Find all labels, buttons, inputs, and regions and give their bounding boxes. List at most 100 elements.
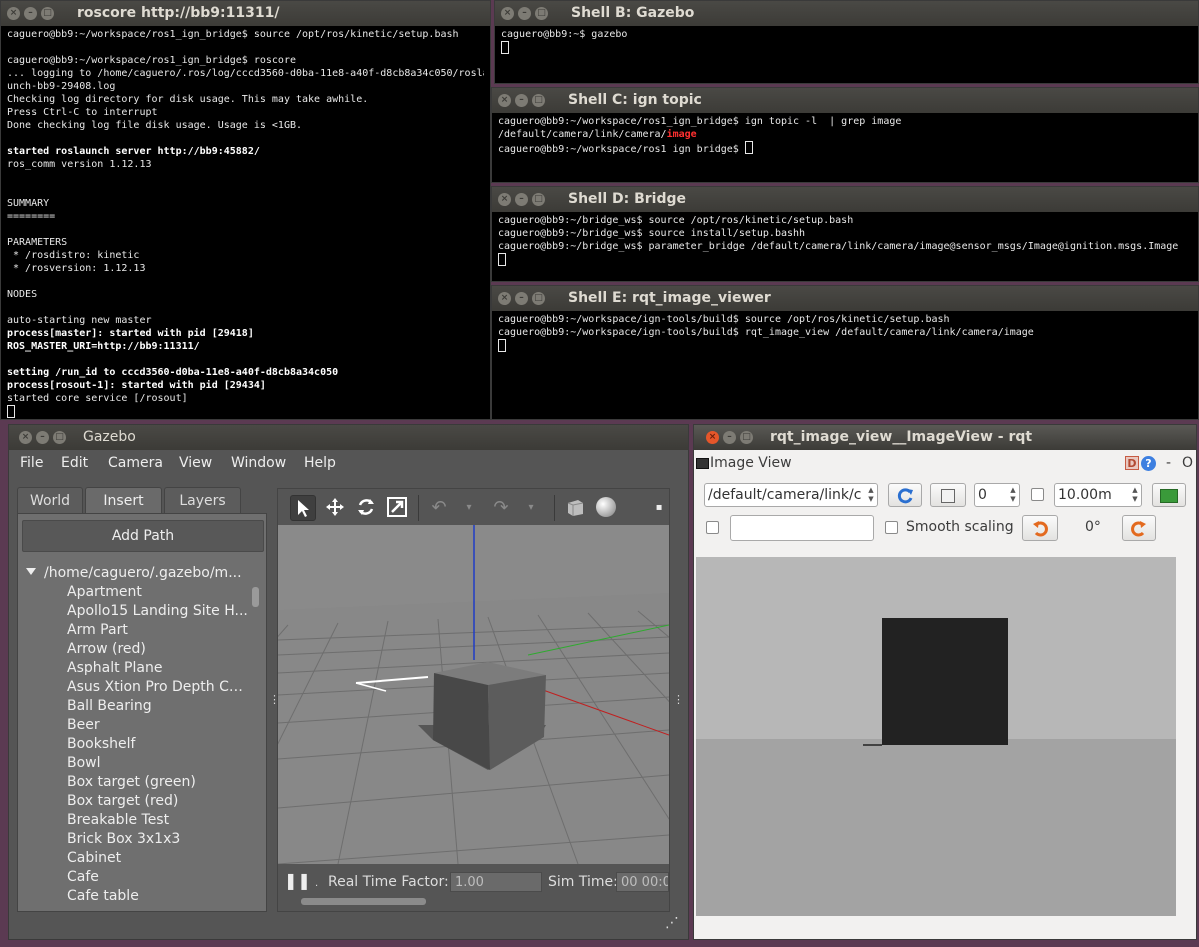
resize-grip-icon[interactable]: ⋰ bbox=[665, 915, 679, 931]
gazebo-window[interactable]: × – □ Gazebo File Edit Camera View Window … bbox=[8, 424, 689, 940]
smooth-scaling-checkbox[interactable] bbox=[885, 521, 898, 534]
terminal-output[interactable]: caguero@bb9:~/bridge_ws$ source /opt/ros… bbox=[492, 212, 1198, 281]
shell-e-title-bar[interactable]: × – □ Shell E: rqt_image_viewer bbox=[492, 286, 1198, 311]
terminal-output[interactable]: caguero@bb9:~/workspace/ros1_ign_bridge$… bbox=[1, 26, 490, 419]
model-list-item[interactable]: Brick Box 3x1x3 bbox=[67, 830, 249, 849]
model-list-item[interactable]: Apartment bbox=[67, 583, 249, 602]
select-mode-icon[interactable] bbox=[290, 495, 316, 521]
model-list-item[interactable]: Breakable Test bbox=[67, 811, 249, 830]
add-path-button[interactable]: Add Path bbox=[22, 520, 264, 552]
close-icon[interactable]: × bbox=[501, 7, 514, 20]
box-shape-icon[interactable] bbox=[562, 495, 588, 521]
model-list-item[interactable]: Bowl bbox=[67, 754, 249, 773]
scrollbar-thumb[interactable] bbox=[252, 587, 259, 607]
translate-mode-icon[interactable] bbox=[322, 495, 348, 521]
menu-camera[interactable]: Camera bbox=[108, 455, 163, 471]
sphere-shape-icon[interactable] bbox=[593, 495, 619, 521]
minimize-icon[interactable]: – bbox=[518, 7, 531, 20]
shell-b-window[interactable]: × – □ Shell B: Gazebo caguero@bb9:~$ gazeb… bbox=[494, 0, 1199, 84]
minimize-icon[interactable]: – bbox=[723, 431, 736, 444]
save-image-button[interactable] bbox=[930, 483, 966, 507]
shell-d-title-bar[interactable]: × – □ Shell D: Bridge bbox=[492, 187, 1198, 212]
spin-box[interactable]: 0 ▲ ▼ bbox=[974, 483, 1020, 507]
shell-c-title-bar[interactable]: × – □ Shell C: ign topic bbox=[492, 88, 1198, 113]
model-list-item[interactable]: Bookshelf bbox=[67, 735, 249, 754]
scale-mode-icon[interactable] bbox=[384, 495, 410, 521]
3d-viewport[interactable] bbox=[278, 525, 669, 864]
tab-layers[interactable]: Layers bbox=[164, 487, 241, 513]
enable-mouse-checkbox[interactable] bbox=[706, 521, 719, 534]
minimize-panel-button[interactable]: - bbox=[1166, 455, 1171, 471]
model-list-item[interactable]: Arm Part bbox=[67, 621, 249, 640]
model-list-item[interactable]: Box target (green) bbox=[67, 773, 249, 792]
menu-view[interactable]: View bbox=[179, 455, 212, 471]
toolbar-overflow-icon[interactable]: ▪ bbox=[646, 495, 669, 521]
maximize-icon[interactable]: □ bbox=[53, 431, 66, 444]
menu-window[interactable]: Window bbox=[231, 455, 286, 471]
maximize-icon[interactable]: □ bbox=[41, 7, 54, 20]
roscore-terminal-window[interactable]: × – □ roscore http://bb9:11311/ caguero@bb… bbox=[0, 0, 491, 420]
topic-select[interactable]: /default/camera/link/c ▲ ▼ bbox=[704, 483, 878, 507]
terminal-output[interactable]: caguero@bb9:~$ gazebo bbox=[495, 26, 1198, 83]
terminal-output[interactable]: caguero@bb9:~/workspace/ros1_ign_bridge$… bbox=[492, 113, 1198, 182]
model-list-item[interactable]: Arrow (red) bbox=[67, 640, 249, 659]
help-button[interactable]: ? bbox=[1141, 456, 1156, 471]
rotate-right-button[interactable] bbox=[1122, 515, 1156, 541]
model-list-item[interactable]: Apollo15 Landing Site H... bbox=[67, 602, 249, 621]
model-list-item[interactable]: Asus Xtion Pro Depth Ca... bbox=[67, 678, 249, 697]
model-list-item[interactable]: Cafe table bbox=[67, 887, 249, 906]
minimize-icon[interactable]: – bbox=[36, 431, 49, 444]
refresh-topics-button[interactable] bbox=[888, 483, 922, 507]
close-icon[interactable]: × bbox=[498, 94, 511, 107]
dock-toggle-button[interactable]: D bbox=[1125, 456, 1139, 470]
pause-icon[interactable]: ❚❚ bbox=[284, 868, 311, 894]
maximize-icon[interactable]: □ bbox=[532, 193, 545, 206]
model-path-root[interactable]: /home/caguero/.gazebo/m... bbox=[26, 565, 242, 581]
model-list-item[interactable]: Box target (red) bbox=[67, 792, 249, 811]
undo-icon[interactable]: ↶ bbox=[426, 495, 452, 521]
camera-image-view[interactable] bbox=[696, 557, 1176, 916]
rqt-title-bar[interactable]: × – □ rqt_image_view__ImageView - rqt bbox=[694, 425, 1196, 450]
shell-b-title-bar[interactable]: × – □ Shell B: Gazebo bbox=[495, 1, 1198, 26]
chevron-down-icon[interactable]: ▾ bbox=[456, 495, 482, 521]
roscore-title-bar[interactable]: × – □ roscore http://bb9:11311/ bbox=[1, 1, 490, 26]
maximize-icon[interactable]: □ bbox=[532, 292, 545, 305]
close-icon[interactable]: × bbox=[19, 431, 32, 444]
timeout-checkbox[interactable] bbox=[1031, 488, 1044, 501]
close-icon[interactable]: × bbox=[7, 7, 20, 20]
model-list-item[interactable]: Cafe bbox=[67, 868, 249, 887]
menu-help[interactable]: Help bbox=[304, 455, 336, 471]
export-button[interactable] bbox=[1152, 483, 1186, 507]
shell-e-window[interactable]: × – □ Shell E: rqt_image_viewer caguero@bb… bbox=[491, 285, 1199, 420]
timeout-field[interactable]: 10.00m ▲ ▼ bbox=[1054, 483, 1142, 507]
chevron-down-icon[interactable]: ▾ bbox=[518, 495, 544, 521]
close-icon[interactable]: × bbox=[498, 292, 511, 305]
minimize-icon[interactable]: – bbox=[515, 94, 528, 107]
minimize-icon[interactable]: – bbox=[24, 7, 37, 20]
redo-icon[interactable]: ↷ bbox=[488, 495, 514, 521]
minimize-icon[interactable]: – bbox=[515, 193, 528, 206]
menu-file[interactable]: File bbox=[20, 455, 43, 471]
model-list-item[interactable]: Ball Bearing bbox=[67, 697, 249, 716]
horizontal-scrollbar-thumb[interactable] bbox=[301, 898, 426, 905]
maximize-icon[interactable]: □ bbox=[740, 431, 753, 444]
float-panel-button[interactable]: O bbox=[1182, 455, 1193, 471]
mouse-topic-input[interactable] bbox=[730, 515, 874, 541]
splitter-handle-icon[interactable]: ⋮ bbox=[673, 693, 684, 706]
model-list-item[interactable]: Cabinet bbox=[67, 849, 249, 868]
shell-d-window[interactable]: × – □ Shell D: Bridge caguero@bb9:~/bridge… bbox=[491, 186, 1199, 282]
maximize-icon[interactable]: □ bbox=[532, 94, 545, 107]
rotate-left-button[interactable] bbox=[1022, 515, 1058, 541]
minimize-icon[interactable]: – bbox=[515, 292, 528, 305]
gazebo-title-bar[interactable]: × – □ Gazebo bbox=[9, 425, 688, 450]
shell-c-window[interactable]: × – □ Shell C: ign topic caguero@bb9:~/wor… bbox=[491, 87, 1199, 183]
rqt-window[interactable]: × – □ rqt_image_view__ImageView - rqt Imag… bbox=[693, 424, 1197, 940]
menu-edit[interactable]: Edit bbox=[61, 455, 88, 471]
tab-world[interactable]: World bbox=[17, 487, 83, 513]
tab-insert[interactable]: Insert bbox=[85, 487, 162, 513]
expand-arrow-icon[interactable] bbox=[26, 568, 36, 575]
close-icon[interactable]: × bbox=[706, 431, 719, 444]
model-list-item[interactable]: Beer bbox=[67, 716, 249, 735]
model-list-item[interactable]: Asphalt Plane bbox=[67, 659, 249, 678]
rotate-mode-icon[interactable] bbox=[353, 495, 379, 521]
